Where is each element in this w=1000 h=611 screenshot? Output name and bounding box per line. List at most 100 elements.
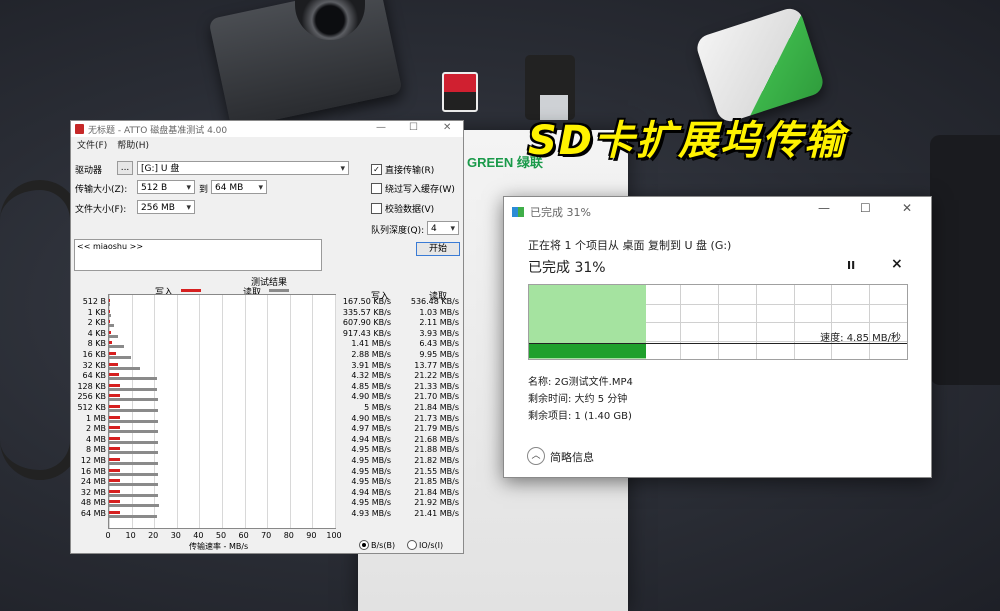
bypass-cache-checkbox[interactable]: 绕过写入缓存(W) — [371, 182, 455, 195]
queue-depth-select[interactable]: 4 — [427, 221, 459, 236]
verify-label: 校验数据(V) — [385, 205, 435, 215]
transfer-size-label: 传输大小(Z): — [75, 185, 128, 195]
transfer-to-select[interactable]: 64 MB — [211, 180, 267, 195]
row-label: 64 MB — [80, 509, 106, 518]
read-value: 1.03 MB/s — [419, 307, 459, 317]
checkbox-empty-icon — [371, 203, 382, 214]
write-bar — [109, 320, 111, 324]
row-label: 4 MB — [85, 434, 106, 444]
write-value: 4.94 MB/s — [351, 487, 391, 497]
browse-button[interactable]: ... — [117, 161, 133, 175]
grid-line — [289, 295, 291, 528]
time-remaining: 剩余时间: 大约 5 分钟 — [528, 394, 628, 405]
read-bar — [109, 462, 159, 465]
atto-title: 无标题 - ATTO 磁盘基准测试 4.00 — [88, 125, 228, 136]
x-axis-label: 传输速率 - MB/s — [189, 542, 249, 551]
write-value: 4.85 MB/s — [351, 381, 391, 391]
less-details-link[interactable]: 简略信息 — [550, 449, 594, 465]
menu-help[interactable]: 帮助(H) — [117, 138, 149, 151]
write-value: 4.32 MB/s — [351, 371, 391, 381]
row-label: 16 KB — [82, 350, 106, 359]
menu-file[interactable]: 文件(F) — [77, 138, 107, 151]
grid-line — [222, 295, 223, 528]
read-bar — [109, 504, 159, 508]
read-value: 21.33 MB/s — [414, 381, 459, 391]
drive-select[interactable]: [G:] U 盘 — [137, 161, 349, 176]
checkbox-empty-icon — [371, 183, 382, 194]
close-icon[interactable]: ✕ — [902, 201, 912, 215]
row-label: 32 MB — [80, 487, 106, 497]
x-tick-label: 60 — [238, 531, 249, 540]
write-value: 607.90 KB/s — [342, 318, 391, 328]
x-tick-label: 50 — [215, 531, 227, 540]
cancel-button[interactable]: × — [891, 256, 903, 272]
write-value: 4.90 MB/s — [351, 413, 391, 423]
read-value: 21.82 MB/s — [414, 456, 459, 465]
write-bar — [109, 330, 112, 334]
write-bar — [109, 394, 121, 398]
read-value: 21.88 MB/s — [414, 445, 459, 455]
file-size-select[interactable]: 256 MB — [137, 200, 195, 215]
x-tick-label: 80 — [283, 531, 294, 540]
read-bar — [109, 451, 159, 455]
grid-line — [312, 295, 314, 528]
read-bar — [109, 334, 118, 338]
write-value: 4.95 MB/s — [351, 445, 391, 455]
maximize-icon[interactable]: ☐ — [409, 122, 418, 133]
copy-dialog: 已完成 31% — ☐ ✕ 正在将 1 个项目从 桌面 复制到 U 盘 (G:)… — [503, 196, 932, 478]
row-label: 2 MB — [85, 424, 106, 434]
row-label: 64 KB — [82, 371, 106, 381]
write-value: 1.41 MB/s — [351, 339, 391, 349]
close-icon[interactable]: ✕ — [443, 122, 451, 133]
write-bar — [109, 362, 118, 366]
chevron-up-icon[interactable]: ︿ — [527, 447, 545, 465]
maximize-icon[interactable]: ☐ — [860, 201, 871, 215]
write-bar — [109, 489, 121, 493]
unit-bytes-label: B/s(B) — [371, 540, 396, 550]
read-bar — [109, 345, 124, 349]
verify-checkbox[interactable]: 校验数据(V) — [371, 202, 434, 215]
graph-grid-line — [718, 285, 719, 359]
read-value: 21.84 MB/s — [414, 487, 459, 497]
x-tick-label: 70 — [261, 531, 272, 540]
direct-io-checkbox[interactable]: ✓ 直接传输(R) — [371, 163, 434, 176]
write-bar — [109, 341, 113, 345]
write-value: 4.95 MB/s — [351, 477, 391, 487]
read-value: 21.41 MB/s — [414, 509, 459, 518]
row-label: 4 KB — [87, 328, 106, 338]
row-label: 48 MB — [80, 498, 106, 508]
row-label: 1 KB — [87, 307, 106, 317]
background-hard-drive — [930, 135, 1000, 385]
description-textarea[interactable]: << miaoshu >> — [74, 239, 322, 271]
read-value: 3.93 MB/s — [419, 328, 459, 338]
pause-button[interactable]: II — [847, 259, 855, 272]
read-value: 21.73 MB/s — [414, 413, 459, 423]
start-button[interactable]: 开始 — [416, 242, 460, 256]
minimize-icon[interactable]: — — [818, 201, 830, 215]
write-bar — [109, 458, 121, 461]
write-bar — [109, 479, 121, 483]
read-bar — [109, 303, 111, 306]
grid-line — [176, 295, 178, 528]
x-tick-label: 30 — [170, 531, 181, 540]
graph-grid-line — [831, 285, 833, 359]
write-value: 4.94 MB/s — [351, 434, 391, 444]
unit-io-radio[interactable]: IO/s(I) — [407, 540, 443, 550]
write-value: 4.95 MB/s — [351, 466, 391, 476]
read-bar — [109, 409, 159, 412]
read-bar — [109, 324, 114, 328]
x-tick-label: 20 — [148, 531, 159, 540]
read-bar — [109, 356, 132, 359]
drive-label: 驱动器 — [75, 166, 103, 176]
read-bar — [109, 440, 158, 444]
transfer-from-select[interactable]: 512 B — [137, 180, 195, 195]
transfer-to-label: 到 — [199, 185, 209, 195]
write-bar — [109, 426, 121, 430]
graph-grid-line — [755, 285, 757, 359]
radio-selected-icon — [359, 540, 369, 550]
minimize-icon[interactable]: — — [376, 122, 386, 133]
read-bar — [109, 313, 112, 317]
unit-bytes-radio[interactable]: B/s(B) — [359, 540, 395, 550]
read-bar — [109, 398, 159, 402]
read-bar — [109, 366, 141, 370]
